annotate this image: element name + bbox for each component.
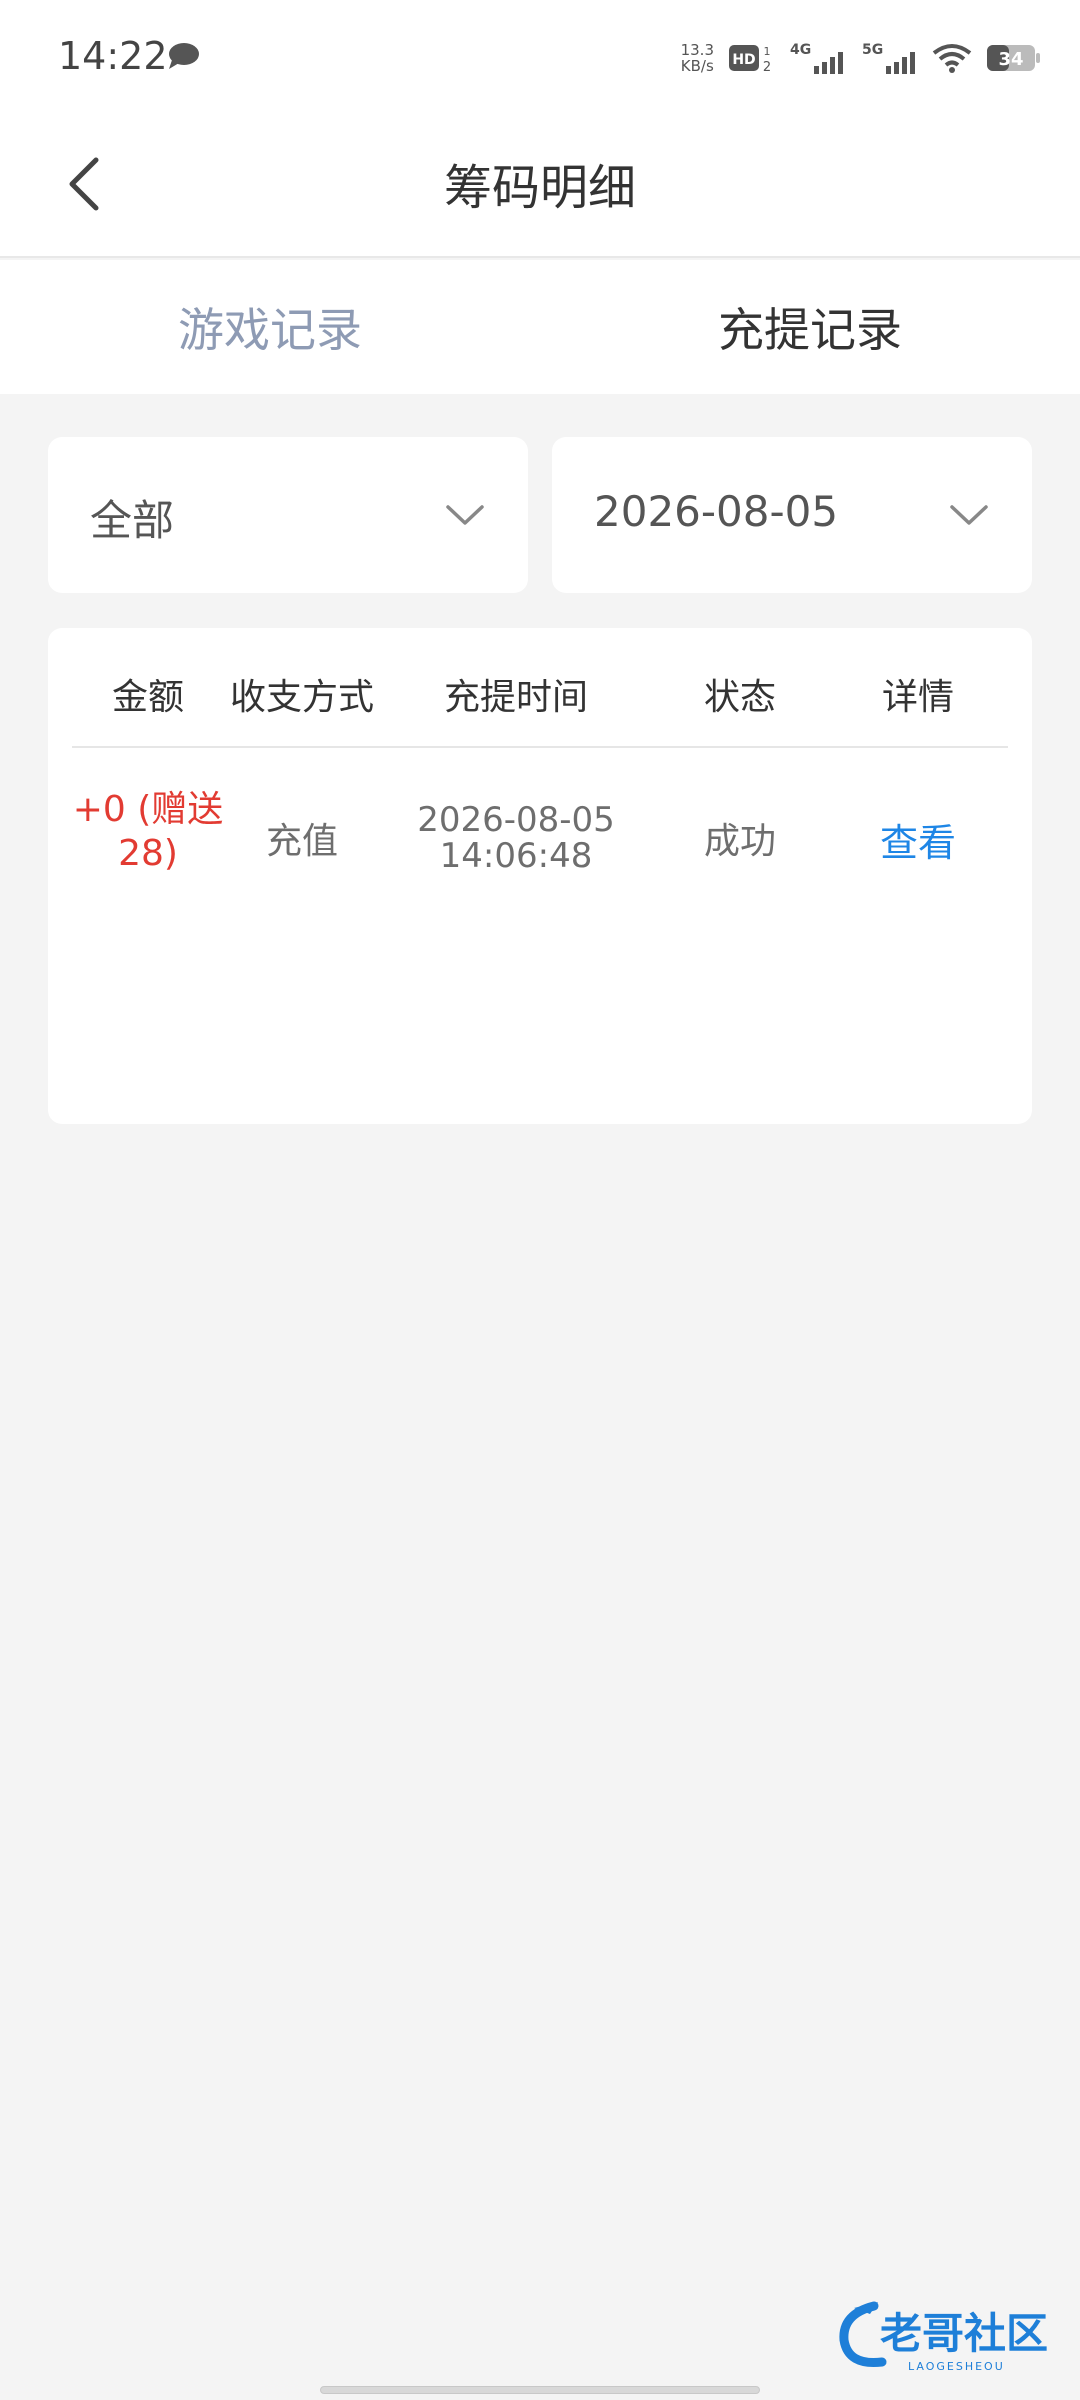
- type-filter-dropdown[interactable]: 全部: [48, 437, 528, 593]
- date-filter-value: 2026-08-05: [594, 487, 839, 536]
- status-icons: 13.3 KB/s HD 1 2 4G 5G 34: [681, 34, 1042, 82]
- wifi-icon: [932, 44, 972, 73]
- tab-bar: 游戏记录 充提记录: [0, 260, 1080, 394]
- svg-text:1: 1: [764, 45, 771, 58]
- column-header-time: 充提时间: [443, 677, 588, 718]
- signal-4g-icon: 4G: [790, 42, 843, 74]
- column-header-method: 收支方式: [229, 677, 374, 718]
- message-icon: [169, 43, 199, 69]
- table-row: +0 (赠送 28) 充值 2026-08-05 14:06:48 成功 查看: [72, 788, 1008, 908]
- svg-text:4G: 4G: [790, 42, 811, 58]
- battery-icon: 34: [987, 45, 1040, 71]
- signal-5g-icon: 5G: [862, 42, 915, 74]
- watermark-logo: 老哥社区 LAOGESHEOU: [839, 2301, 1048, 2373]
- records-card: 金额 收支方式 充提时间 状态 详情 +0 (赠送 28) 充值 2026-08…: [48, 628, 1032, 1124]
- page-title: 筹码明细: [443, 160, 636, 216]
- row-amount: +0 (赠送 28): [72, 789, 224, 874]
- home-indicator[interactable]: [320, 2386, 760, 2394]
- column-header-status: 状态: [703, 677, 776, 718]
- svg-text:老哥社区: 老哥社区: [880, 2309, 1048, 2358]
- status-time: 14:22: [58, 34, 168, 78]
- view-detail-link[interactable]: 查看: [828, 812, 1008, 867]
- svg-text:34: 34: [998, 49, 1023, 70]
- table-header: 金额 收支方式 充提时间 状态 详情: [72, 628, 1008, 748]
- tab-recharge-withdraw-records[interactable]: 充提记录: [540, 260, 1080, 394]
- row-time: 2026-08-05 14:06:48: [417, 800, 615, 876]
- column-header-amount: 金额: [111, 677, 184, 718]
- svg-text:LAOGESHEOU: LAOGESHEOU: [908, 2360, 1005, 2373]
- column-header-detail: 详情: [881, 677, 954, 718]
- hd-icon: HD 1 2: [729, 45, 771, 75]
- row-status: 成功: [703, 821, 776, 862]
- svg-text:HD: HD: [732, 52, 755, 68]
- type-filter-value: 全部: [90, 496, 175, 545]
- net-speed: 13.3 KB/s: [680, 41, 714, 75]
- row-method: 充值: [265, 821, 338, 862]
- svg-text:5G: 5G: [862, 42, 883, 58]
- svg-text:2: 2: [763, 60, 771, 75]
- date-filter-dropdown[interactable]: 2026-08-05: [552, 437, 1032, 593]
- top-bar: 筹码明细: [0, 110, 1080, 258]
- chevron-down-icon: [950, 505, 988, 525]
- tab-game-records[interactable]: 游戏记录: [0, 260, 540, 394]
- chevron-down-icon: [446, 505, 484, 525]
- status-bar: 14:22 13.3 KB/s HD 1 2 4G 5G 34: [0, 0, 1080, 110]
